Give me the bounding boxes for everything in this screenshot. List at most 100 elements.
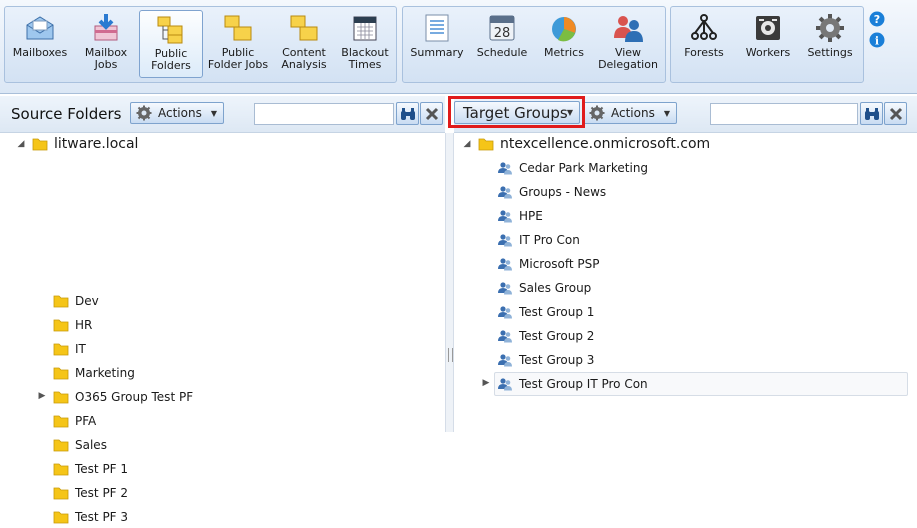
tree-node[interactable]: Microsoft PSP: [497, 253, 600, 275]
toolbar-button-workers[interactable]: Workers: [737, 10, 799, 78]
target-mode-dropdown[interactable]: Target Groups ▼: [454, 101, 580, 124]
source-pane-header: Source Folders Actions ▼: [0, 96, 445, 133]
toolbar-button-schedule[interactable]: 28 Schedule: [471, 10, 533, 78]
tree-node[interactable]: Sales Group: [497, 277, 591, 299]
tree-node[interactable]: IT Pro Con: [497, 229, 580, 251]
folder-icon: [53, 463, 69, 476]
tree-node[interactable]: PFA: [53, 410, 96, 432]
main-toolbar: Mailboxes Mailbox Jobs Public Folders Pu…: [0, 0, 917, 94]
folder-icon: [53, 343, 69, 356]
toolbar-button-summary[interactable]: Summary: [405, 10, 469, 78]
toolbar-label: Mailboxes: [12, 46, 68, 59]
collapse-arrow-icon[interactable]: ◢: [16, 139, 26, 149]
tree-root-node[interactable]: ◢ litware.local: [16, 133, 139, 155]
pane-splitter[interactable]: [445, 133, 454, 432]
group-icon: [498, 234, 512, 247]
tree-node-label: IT: [75, 342, 86, 356]
tree-node-label: Test Group 1: [519, 305, 595, 319]
source-actions-button[interactable]: Actions ▼: [130, 102, 224, 124]
tree-node-label: IT Pro Con: [519, 233, 580, 247]
toolbar-group-configuration: Forests Workers Settings: [670, 6, 864, 83]
target-pane-header: Target Groups ▼ Actions ▼: [454, 96, 917, 133]
public-folders-icon: [157, 16, 183, 44]
folder-icon: [53, 295, 69, 308]
svg-text:28: 28: [494, 26, 511, 41]
summary-icon: [425, 14, 449, 42]
tree-root-node[interactable]: ◢ ntexcellence.onmicrosoft.com: [462, 133, 711, 155]
tree-node-label: Test Group 2: [519, 329, 595, 343]
toolbar-button-metrics[interactable]: Metrics: [535, 10, 593, 78]
tree-node-label: Dev: [75, 294, 99, 308]
tree-node[interactable]: Test PF 1: [53, 458, 128, 480]
group-icon: [498, 378, 512, 391]
mailboxes-icon: [26, 16, 54, 40]
source-clear-search-button[interactable]: [420, 102, 443, 125]
workers-icon: [756, 16, 780, 40]
tree-node[interactable]: ▶ O365 Group Test PF: [39, 386, 194, 408]
tree-node-label: Test Group IT Pro Con: [519, 377, 648, 391]
group-icon: [498, 354, 512, 367]
group-icon: [498, 186, 512, 199]
target-clear-search-button[interactable]: [884, 102, 907, 125]
toolbar-button-mailboxes[interactable]: Mailboxes: [7, 10, 73, 78]
tree-node-label: Cedar Park Marketing: [519, 161, 649, 175]
target-actions-button[interactable]: Actions ▼: [583, 102, 677, 124]
expand-arrow-icon[interactable]: ▶: [481, 378, 491, 388]
toolbar-button-mailbox-jobs[interactable]: Mailbox Jobs: [75, 10, 137, 78]
public-folder-jobs-icon: [224, 15, 252, 41]
target-search-button[interactable]: [860, 102, 883, 125]
tree-node-label: litware.local: [54, 136, 139, 152]
toolbar-label: Workers: [745, 46, 791, 59]
tree-node[interactable]: Test PF 2: [53, 482, 128, 504]
tree-node-label: O365 Group Test PF: [75, 390, 194, 404]
toolbar-button-public-folder-jobs[interactable]: Public Folder Jobs: [205, 10, 271, 78]
info-icon[interactable]: i: [869, 32, 885, 48]
source-search-button[interactable]: [396, 102, 419, 125]
expand-arrow-icon[interactable]: ▶: [37, 391, 47, 401]
toolbar-button-public-folders[interactable]: Public Folders: [139, 10, 203, 78]
tree-node[interactable]: Test Group 2: [497, 325, 594, 347]
tree-node[interactable]: Test PF 3: [53, 506, 128, 528]
tree-node[interactable]: Sales: [53, 434, 107, 456]
tree-node-label: HR: [75, 318, 93, 332]
toolbar-button-view-delegation[interactable]: View Delegation: [595, 10, 661, 78]
gear-icon: [136, 105, 152, 121]
source-pane-title: Source Folders: [11, 105, 122, 123]
splitter-grip[interactable]: [448, 348, 453, 362]
chevron-down-icon: ▼: [566, 108, 573, 117]
toolbar-button-content-analysis[interactable]: Content Analysis: [273, 10, 335, 78]
close-icon: [889, 107, 902, 120]
tree-node[interactable]: HPE: [497, 205, 543, 227]
tree-node[interactable]: Dev: [53, 290, 99, 312]
toolbar-label: Metrics: [544, 46, 584, 59]
folder-icon: [53, 511, 69, 524]
toolbar-button-settings[interactable]: Settings: [801, 10, 859, 78]
group-icon: [498, 306, 512, 319]
metrics-icon: [552, 17, 576, 42]
help-icon[interactable]: ?: [869, 11, 885, 27]
collapse-arrow-icon[interactable]: ◢: [462, 139, 472, 149]
source-folder-tree: ◢ litware.local Dev HR IT Marketing ▶ O365 Gr…: [0, 133, 445, 524]
mailbox-jobs-icon: [94, 14, 118, 41]
tree-node[interactable]: Marketing: [53, 362, 135, 384]
tree-node[interactable]: HR: [53, 314, 92, 336]
tree-node[interactable]: ▶ Test Group IT Pro Con: [483, 373, 648, 395]
chevron-down-icon: ▼: [663, 108, 670, 118]
blackout-times-icon: [353, 16, 377, 41]
tree-node[interactable]: Cedar Park Marketing: [497, 157, 648, 179]
tree-node[interactable]: Test Group 1: [497, 301, 594, 323]
toolbar-button-forests[interactable]: Forests: [673, 10, 735, 78]
toolbar-button-blackout-times[interactable]: Blackout Times: [337, 10, 393, 78]
tree-node-label: Sales: [75, 438, 107, 452]
tree-node-label: ntexcellence.onmicrosoft.com: [500, 136, 711, 152]
group-icon: [498, 330, 512, 343]
tree-node[interactable]: IT: [53, 338, 86, 360]
target-search-input[interactable]: [710, 103, 858, 125]
tree-node[interactable]: Groups - News: [497, 181, 606, 203]
tree-node-label: Groups - News: [519, 185, 607, 199]
tree-node[interactable]: Test Group 3: [497, 349, 594, 371]
toolbar-label: Content Analysis: [281, 46, 327, 71]
folder-icon: [32, 138, 48, 151]
source-search-input[interactable]: [254, 103, 394, 125]
toolbar-label: Mailbox Jobs: [84, 46, 128, 71]
